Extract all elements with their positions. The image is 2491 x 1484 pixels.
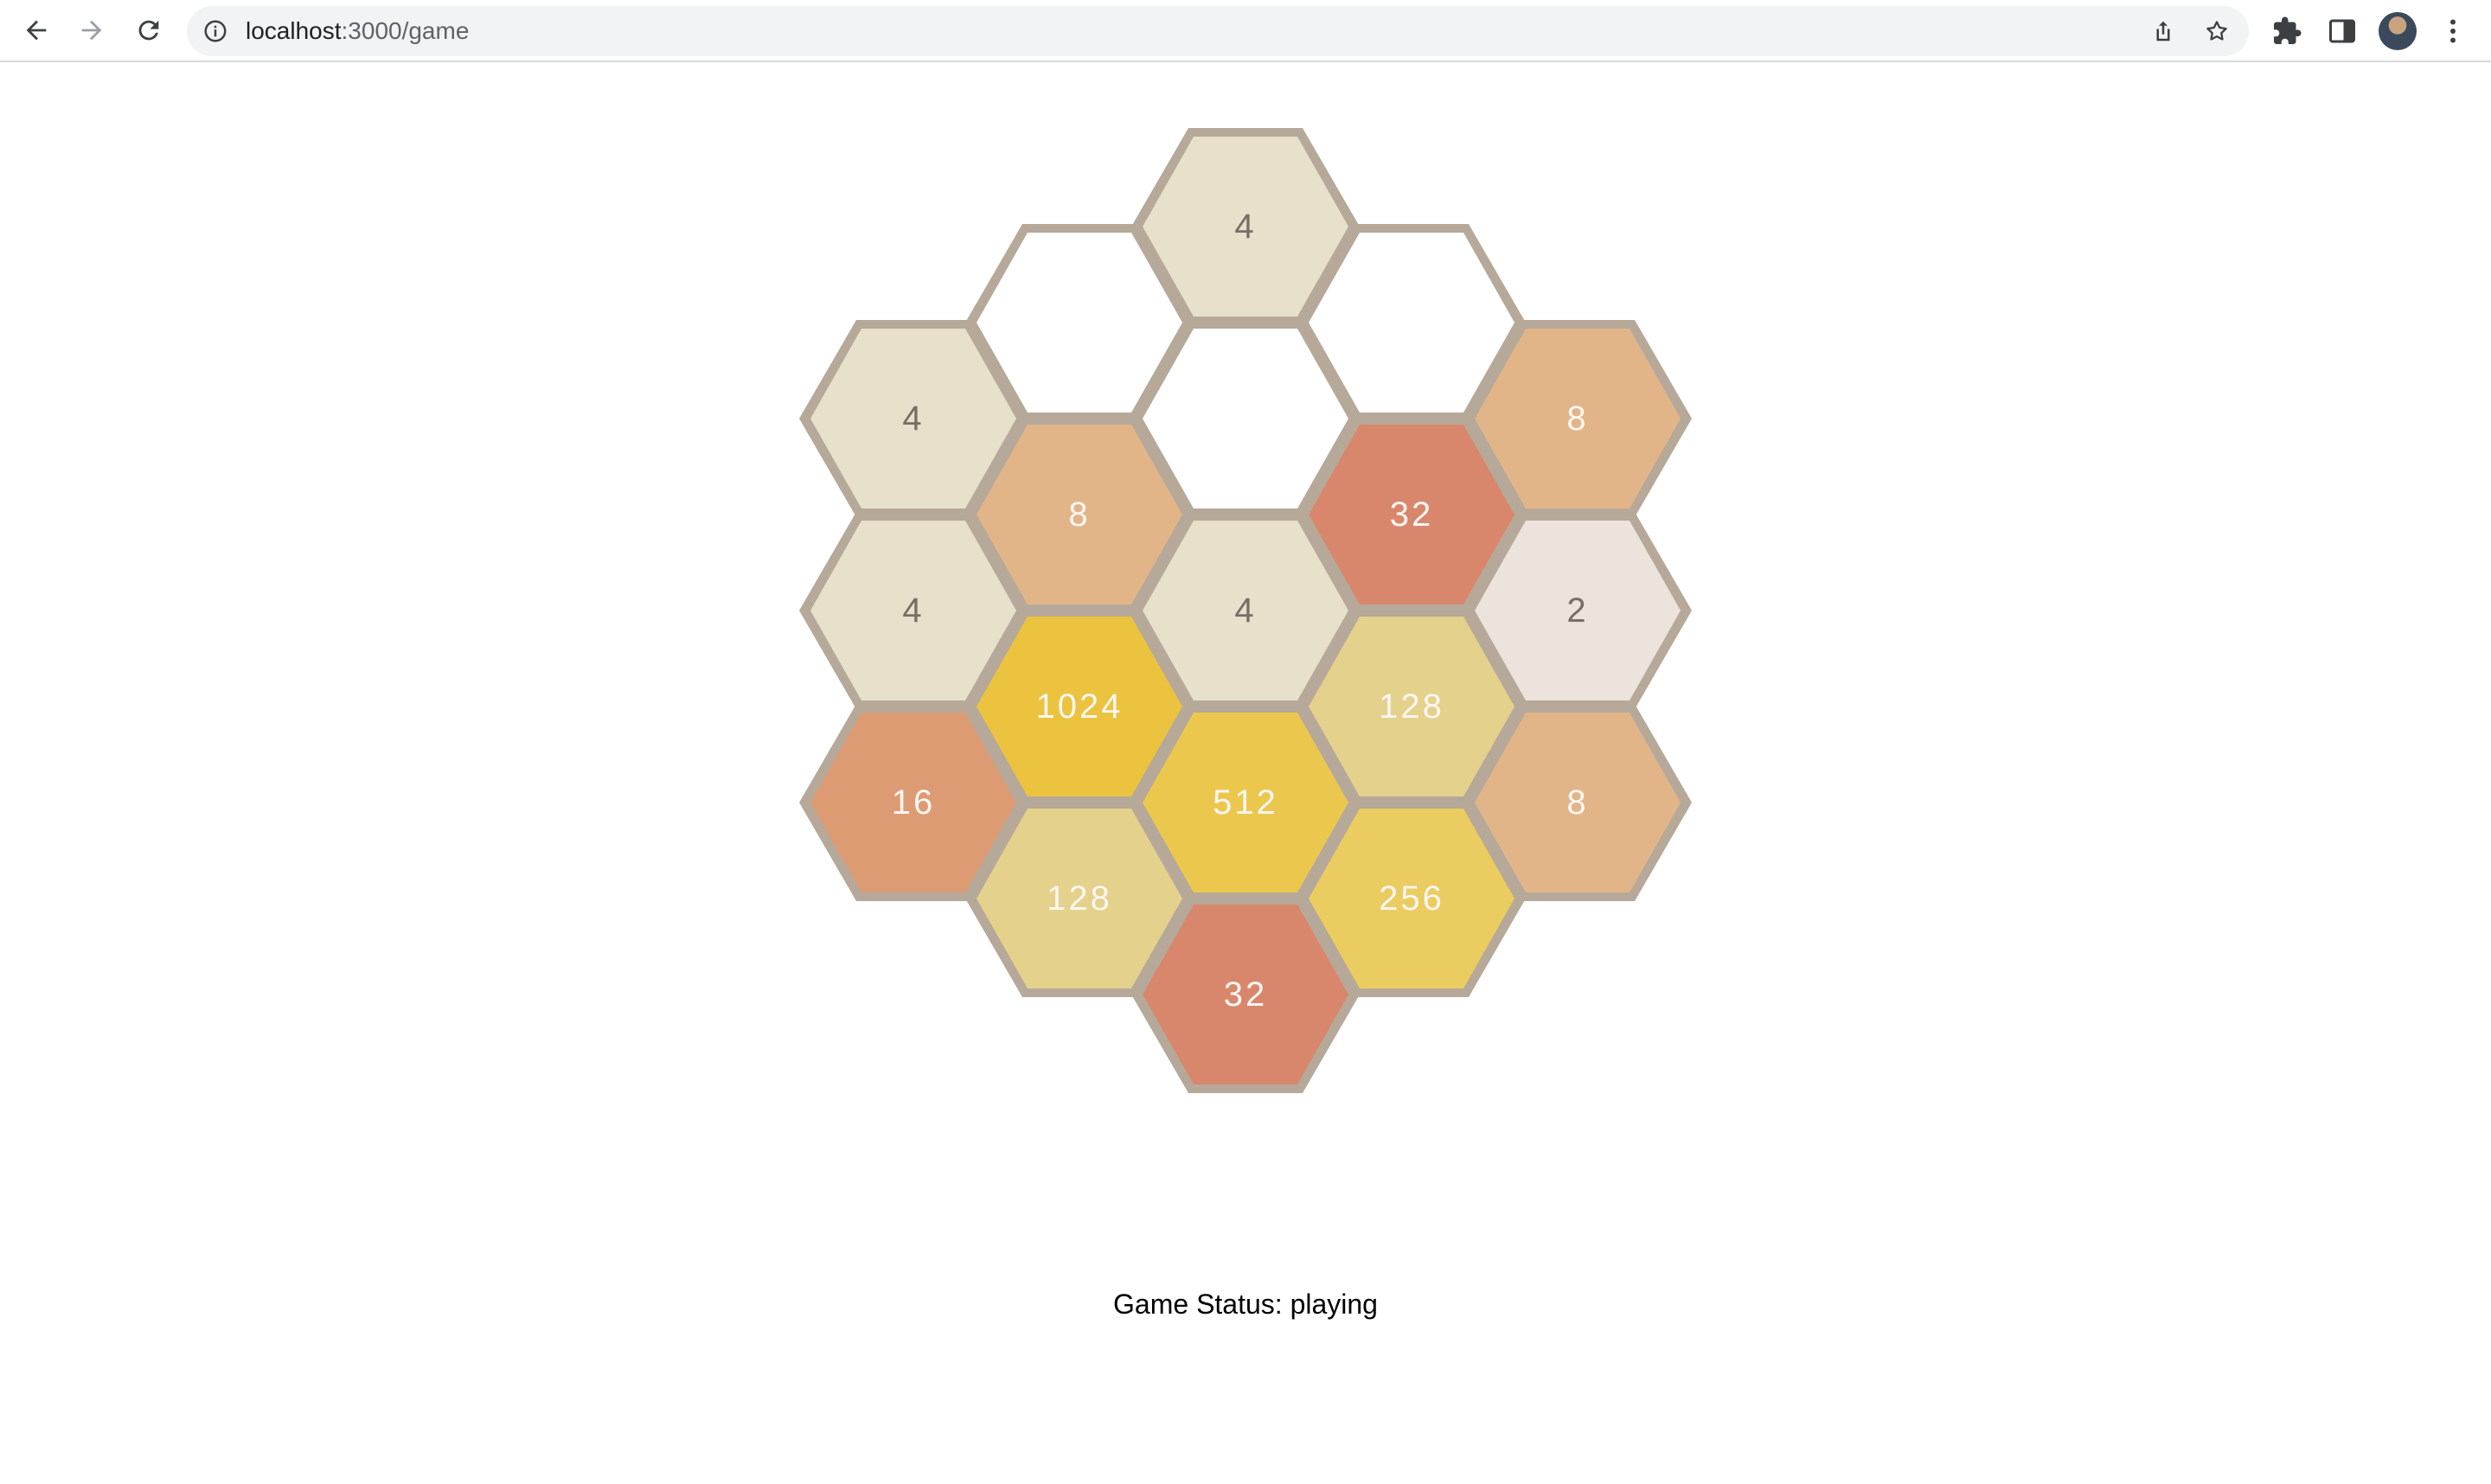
tile-value: 32	[1223, 975, 1268, 1014]
hex-tile: 32	[1131, 896, 1360, 1093]
game-status: Game Status: playing	[1113, 1289, 1378, 1320]
hex-board: 4 4 8 8 32 4 4 2 1024 128 16 512 8 128 256 32	[0, 0, 2491, 1484]
